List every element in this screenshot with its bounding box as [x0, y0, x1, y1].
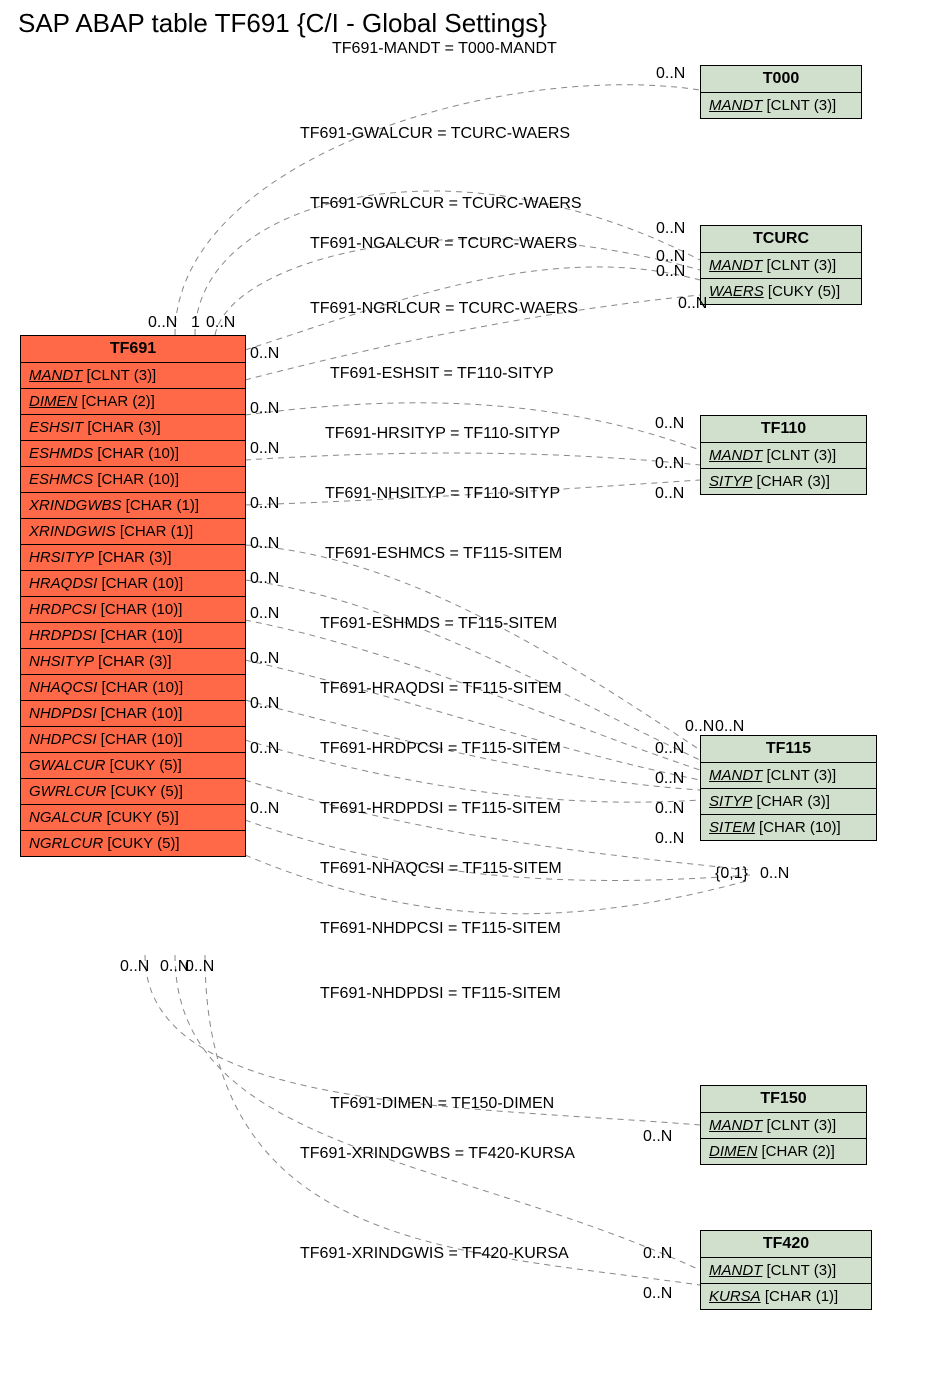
cardinality: 0..N: [678, 295, 707, 313]
cardinality: 0..N: [656, 220, 685, 238]
table-tf691: TF691 MANDT [CLNT (3)]DIMEN [CHAR (2)]ES…: [20, 335, 246, 857]
relation-label: TF691-HRAQDSI = TF115-SITEM: [320, 680, 562, 698]
table-row: SITYP [CHAR (3)]: [701, 469, 866, 494]
table-row: ESHMCS [CHAR (10)]: [21, 467, 245, 493]
table-row: WAERS [CUKY (5)]: [701, 279, 861, 304]
table-row: XRINDGWIS [CHAR (1)]: [21, 519, 245, 545]
cardinality: 0..N: [655, 740, 684, 758]
table-row: HRAQDSI [CHAR (10)]: [21, 571, 245, 597]
table-row: MANDT [CLNT (3)]: [701, 253, 861, 279]
cardinality: 0..N: [715, 718, 744, 736]
cardinality: 0..N: [148, 314, 177, 332]
relation-label: TF691-HRSITYP = TF110-SITYP: [325, 425, 560, 443]
table-t000: T000 MANDT [CLNT (3)]: [700, 65, 862, 119]
cardinality: 0..N: [120, 958, 149, 976]
relation-label: TF691-NHAQCSI = TF115-SITEM: [320, 860, 562, 878]
relation-label: TF691-MANDT = T000-MANDT: [332, 40, 557, 58]
table-row: DIMEN [CHAR (2)]: [21, 389, 245, 415]
cardinality: 0..N: [250, 345, 279, 363]
cardinality: 0..N: [250, 570, 279, 588]
table-header: T000: [701, 66, 861, 93]
table-row: NHAQCSI [CHAR (10)]: [21, 675, 245, 701]
relation-label: TF691-HRDPCSI = TF115-SITEM: [320, 740, 561, 758]
relation-label: TF691-NGRLCUR = TCURC-WAERS: [310, 300, 578, 318]
cardinality: 0..N: [655, 455, 684, 473]
table-header: TF115: [701, 736, 876, 763]
cardinality: 0..N: [250, 535, 279, 553]
cardinality: 0..N: [655, 485, 684, 503]
table-row: GWALCUR [CUKY (5)]: [21, 753, 245, 779]
table-row: MANDT [CLNT (3)]: [701, 443, 866, 469]
cardinality: 0..N: [655, 800, 684, 818]
cardinality: 0..N: [250, 800, 279, 818]
relation-label: TF691-GWRLCUR = TCURC-WAERS: [310, 195, 582, 213]
cardinality: 0..N: [643, 1245, 672, 1263]
relation-label: TF691-NHDPCSI = TF115-SITEM: [320, 920, 561, 938]
table-row: NGALCUR [CUKY (5)]: [21, 805, 245, 831]
relation-label: TF691-ESHMCS = TF115-SITEM: [325, 545, 562, 563]
table-row: NGRLCUR [CUKY (5)]: [21, 831, 245, 856]
cardinality: 0..N: [250, 650, 279, 668]
table-header: TF110: [701, 416, 866, 443]
relation-label: TF691-NGALCUR = TCURC-WAERS: [310, 235, 577, 253]
relation-label: TF691-NHSITYP = TF110-SITYP: [325, 485, 560, 503]
cardinality: 0..N: [185, 958, 214, 976]
table-row: NHDPCSI [CHAR (10)]: [21, 727, 245, 753]
table-row: DIMEN [CHAR (2)]: [701, 1139, 866, 1164]
table-header: TF420: [701, 1231, 871, 1258]
cardinality: 0..N: [656, 65, 685, 83]
table-row: ESHMDS [CHAR (10)]: [21, 441, 245, 467]
cardinality: 0..N: [760, 865, 789, 883]
table-row: XRINDGWBS [CHAR (1)]: [21, 493, 245, 519]
cardinality: 0..N: [250, 495, 279, 513]
table-row: SITEM [CHAR (10)]: [701, 815, 876, 840]
cardinality: 0..N: [250, 605, 279, 623]
cardinality: 0..N: [685, 718, 714, 736]
cardinality: 0..N: [655, 830, 684, 848]
table-tcurc: TCURC MANDT [CLNT (3)]WAERS [CUKY (5)]: [700, 225, 862, 305]
cardinality: 0..N: [643, 1285, 672, 1303]
cardinality: 0..N: [250, 695, 279, 713]
cardinality: 0..N: [656, 263, 685, 281]
cardinality: {0,1}: [715, 865, 748, 883]
relation-label: TF691-NHDPDSI = TF115-SITEM: [320, 985, 561, 1003]
table-row: MANDT [CLNT (3)]: [701, 763, 876, 789]
table-header: TCURC: [701, 226, 861, 253]
table-tf150: TF150 MANDT [CLNT (3)]DIMEN [CHAR (2)]: [700, 1085, 867, 1165]
relation-label: TF691-XRINDGWBS = TF420-KURSA: [300, 1145, 575, 1163]
cardinality: 0..N: [250, 740, 279, 758]
table-tf420: TF420 MANDT [CLNT (3)]KURSA [CHAR (1)]: [700, 1230, 872, 1310]
cardinality: 0..N: [655, 770, 684, 788]
page-title: SAP ABAP table TF691 {C/I - Global Setti…: [18, 8, 547, 39]
relation-label: TF691-ESHSIT = TF110-SITYP: [330, 365, 554, 383]
table-header: TF691: [21, 336, 245, 363]
cardinality: 0..N: [206, 314, 235, 332]
table-row: HRDPCSI [CHAR (10)]: [21, 597, 245, 623]
table-row: MANDT [CLNT (3)]: [701, 93, 861, 118]
cardinality: 0..N: [655, 415, 684, 433]
table-tf110: TF110 MANDT [CLNT (3)]SITYP [CHAR (3)]: [700, 415, 867, 495]
relation-label: TF691-XRINDGWIS = TF420-KURSA: [300, 1245, 569, 1263]
table-header: TF150: [701, 1086, 866, 1113]
table-row: GWRLCUR [CUKY (5)]: [21, 779, 245, 805]
relation-label: TF691-ESHMDS = TF115-SITEM: [320, 615, 557, 633]
table-tf115: TF115 MANDT [CLNT (3)]SITYP [CHAR (3)]SI…: [700, 735, 877, 841]
table-row: MANDT [CLNT (3)]: [701, 1113, 866, 1139]
cardinality: 0..N: [250, 440, 279, 458]
table-row: SITYP [CHAR (3)]: [701, 789, 876, 815]
cardinality: 1: [191, 314, 200, 332]
relation-label: TF691-HRDPDSI = TF115-SITEM: [320, 800, 561, 818]
table-row: ESHSIT [CHAR (3)]: [21, 415, 245, 441]
table-row: NHSITYP [CHAR (3)]: [21, 649, 245, 675]
cardinality: 0..N: [250, 400, 279, 418]
cardinality: 0..N: [643, 1128, 672, 1146]
table-row: KURSA [CHAR (1)]: [701, 1284, 871, 1309]
relation-label: TF691-DIMEN = TF150-DIMEN: [330, 1095, 554, 1113]
table-row: MANDT [CLNT (3)]: [701, 1258, 871, 1284]
relation-label: TF691-GWALCUR = TCURC-WAERS: [300, 125, 570, 143]
table-row: HRSITYP [CHAR (3)]: [21, 545, 245, 571]
table-row: MANDT [CLNT (3)]: [21, 363, 245, 389]
table-row: NHDPDSI [CHAR (10)]: [21, 701, 245, 727]
table-row: HRDPDSI [CHAR (10)]: [21, 623, 245, 649]
